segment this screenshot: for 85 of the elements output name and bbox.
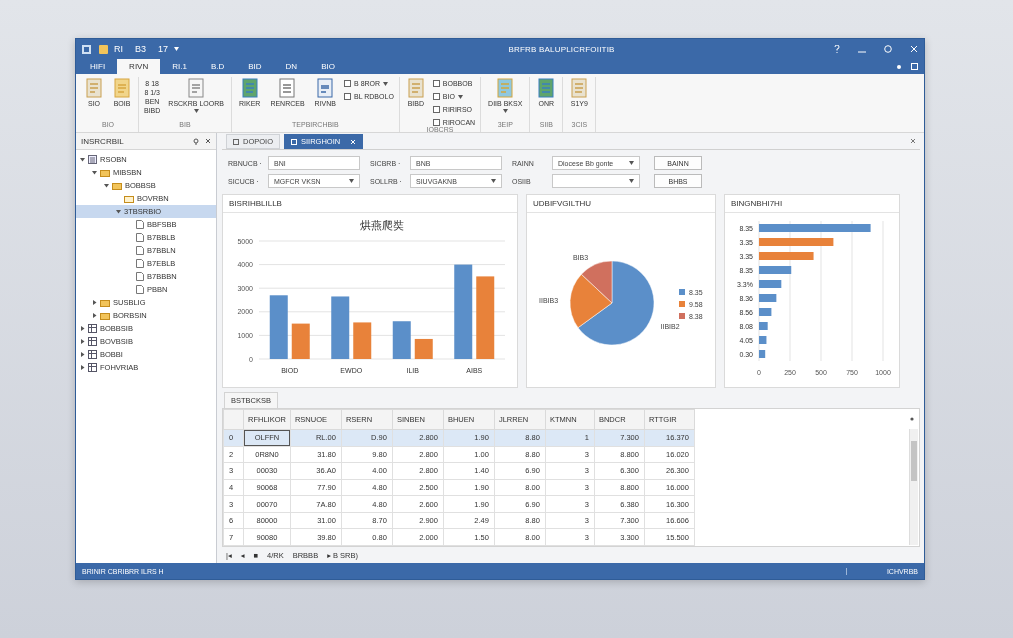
table-icon xyxy=(88,337,97,346)
checkbox-icon xyxy=(432,119,440,126)
checkbox-icon xyxy=(432,106,440,113)
caret-icon xyxy=(457,94,463,99)
expand-icon[interactable] xyxy=(92,313,97,318)
tab-icon xyxy=(291,138,297,145)
bar xyxy=(759,308,772,316)
table-icon xyxy=(88,363,97,372)
panel-title: UDBIFVGILTHU xyxy=(533,199,592,208)
window-title: BRFRB BALUPLICRFOIITIB xyxy=(507,44,616,54)
ribbon-tool-icon xyxy=(187,78,206,98)
ribbon-tool-icon xyxy=(278,78,297,98)
restore-icon[interactable] xyxy=(911,63,918,70)
ribbon-tab[interactable]: HIFI xyxy=(78,59,118,74)
ribbon-tool-icon xyxy=(537,78,556,98)
caret-icon xyxy=(491,179,496,183)
help-icon[interactable] xyxy=(834,45,840,53)
bar xyxy=(759,294,777,302)
collapse-icon[interactable] xyxy=(80,157,85,162)
ribbon-tool-icon xyxy=(85,78,103,98)
collapse-icon[interactable] xyxy=(104,183,109,188)
scrollbar[interactable] xyxy=(909,429,918,545)
bar xyxy=(414,338,433,359)
bar xyxy=(759,350,766,358)
bar xyxy=(759,266,792,274)
caret-icon xyxy=(349,179,354,183)
bar xyxy=(353,322,372,359)
bar xyxy=(331,296,350,359)
maximize-icon[interactable] xyxy=(884,45,892,53)
checkbox-icon xyxy=(432,80,440,87)
chart-title: 烘燕爬奘 xyxy=(360,219,404,231)
bar xyxy=(269,295,288,359)
pin-icon[interactable] xyxy=(193,137,199,145)
expand-icon[interactable] xyxy=(92,300,97,305)
ribbon-tab[interactable]: BIO xyxy=(309,59,347,74)
ribbon-tab[interactable]: BID xyxy=(236,59,274,74)
legend-swatch xyxy=(679,301,685,307)
caret-icon xyxy=(502,109,508,113)
table-icon xyxy=(88,350,97,359)
dropdown-field[interactable] xyxy=(552,174,640,188)
expand-icon[interactable] xyxy=(80,339,85,344)
checkbox-icon xyxy=(432,93,440,100)
bar xyxy=(759,336,767,344)
bar xyxy=(759,322,768,330)
dot-icon[interactable] xyxy=(897,65,901,69)
tab-icon xyxy=(233,138,239,145)
expand-icon[interactable] xyxy=(80,352,85,357)
legend-swatch xyxy=(679,289,685,295)
caret-icon xyxy=(193,109,199,113)
table-icon xyxy=(88,324,97,333)
caret-icon xyxy=(629,161,634,165)
expand-icon[interactable] xyxy=(80,326,85,331)
close-icon[interactable] xyxy=(910,138,916,144)
expand-icon[interactable] xyxy=(80,365,85,370)
checkbox-icon xyxy=(344,93,351,100)
quick-access-button[interactable]: 17 xyxy=(158,44,169,54)
bar xyxy=(759,280,782,288)
ribbon-tool-icon xyxy=(240,78,259,98)
bar xyxy=(291,323,310,359)
bar xyxy=(392,321,411,359)
ribbon-tool-icon xyxy=(496,78,515,98)
quick-access-button[interactable]: B3 xyxy=(135,44,146,54)
caret-icon xyxy=(629,179,634,183)
ribbon-tool-icon xyxy=(406,78,425,98)
collapse-icon[interactable] xyxy=(92,170,97,175)
ribbon-tab[interactable]: RIVN xyxy=(117,59,161,74)
quick-access-button[interactable]: RI xyxy=(114,44,123,54)
panel-title: BINGNBHI7HI xyxy=(731,199,783,208)
panel-title: INSRCRBIL xyxy=(81,136,124,146)
ribbon-tab[interactable]: B.D xyxy=(198,59,237,74)
app-icon xyxy=(82,44,91,54)
bar xyxy=(759,252,814,260)
caret-icon xyxy=(383,81,389,86)
ribbon-tab[interactable]: DN xyxy=(273,59,310,74)
panel-title: BISRIHBLILLB xyxy=(229,199,282,208)
checkbox-icon xyxy=(344,80,351,87)
caret-icon[interactable] xyxy=(174,47,180,51)
ribbon-tool-icon xyxy=(570,78,589,98)
ribbon-tool-icon xyxy=(316,78,335,98)
dot-icon xyxy=(910,417,914,421)
legend-swatch xyxy=(679,313,685,319)
ribbon-tool-icon xyxy=(113,78,131,98)
ribbon-tab[interactable]: RI.1 xyxy=(160,59,199,74)
close-icon[interactable] xyxy=(205,137,211,144)
collapse-icon[interactable] xyxy=(116,209,121,214)
